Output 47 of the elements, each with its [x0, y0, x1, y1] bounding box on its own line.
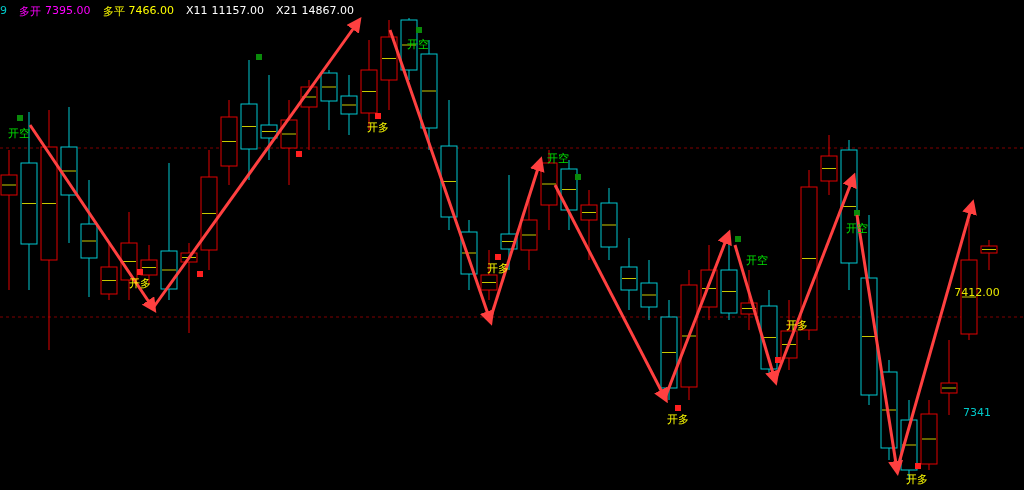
indicator-label: 多平	[102, 4, 125, 19]
candlestick-drawing	[520, 199, 538, 271]
signal-marker-icon	[17, 115, 23, 121]
signal-marker-icon	[416, 27, 422, 33]
signal-label: 开多	[906, 473, 928, 486]
signal-marker-icon	[137, 269, 143, 275]
indicator-label: X11	[186, 4, 208, 19]
signal-marker-icon	[375, 113, 381, 119]
signal-label: 开空	[407, 38, 429, 51]
signal-marker-icon	[775, 357, 781, 363]
price-label: 7412.00	[954, 286, 1000, 299]
price-label: 7341	[963, 406, 991, 419]
candlestick-drawing	[460, 219, 478, 291]
signal-label: 开多	[667, 413, 689, 426]
indicator-value: 11157.00	[211, 4, 265, 19]
candlestick-drawing	[820, 134, 838, 196]
candlestick-drawing	[320, 69, 338, 131]
signal-marker-icon	[675, 405, 681, 411]
signal-marker-icon	[256, 54, 262, 60]
candlestick-drawing	[920, 399, 938, 471]
indicator-value: 7466.00	[128, 4, 174, 19]
indicator-label: 多开	[19, 4, 41, 19]
indicator-value: 14867.00	[301, 4, 355, 19]
candlestick-drawing	[100, 242, 118, 301]
signal-label: 开空	[746, 254, 768, 267]
candlestick-drawing	[640, 259, 658, 321]
indicator-label: 9	[0, 4, 7, 19]
signal-marker-icon	[575, 174, 581, 180]
signal-label: 开空	[8, 127, 30, 140]
candlestick-drawing	[980, 239, 998, 271]
indicator-label: X21	[276, 4, 298, 19]
signal-marker-icon	[915, 463, 921, 469]
candlestick-drawing	[780, 299, 798, 371]
signal-marker-icon	[197, 271, 203, 277]
signal-label: 开多	[367, 121, 389, 134]
candlestick-drawing	[740, 269, 758, 331]
candlestick-drawing	[480, 249, 498, 301]
candlestick-drawing	[340, 74, 358, 136]
candlestick-drawing	[580, 189, 598, 261]
candlestick-drawing	[300, 79, 318, 151]
signal-marker-icon	[495, 254, 501, 260]
signal-marker-icon	[296, 151, 302, 157]
signal-marker-icon	[735, 236, 741, 242]
candlestick-drawing	[400, 17, 418, 81]
signal-label: 开空	[547, 152, 569, 165]
signal-marker-icon	[854, 210, 860, 216]
indicator-value: 7395.00	[45, 4, 91, 19]
